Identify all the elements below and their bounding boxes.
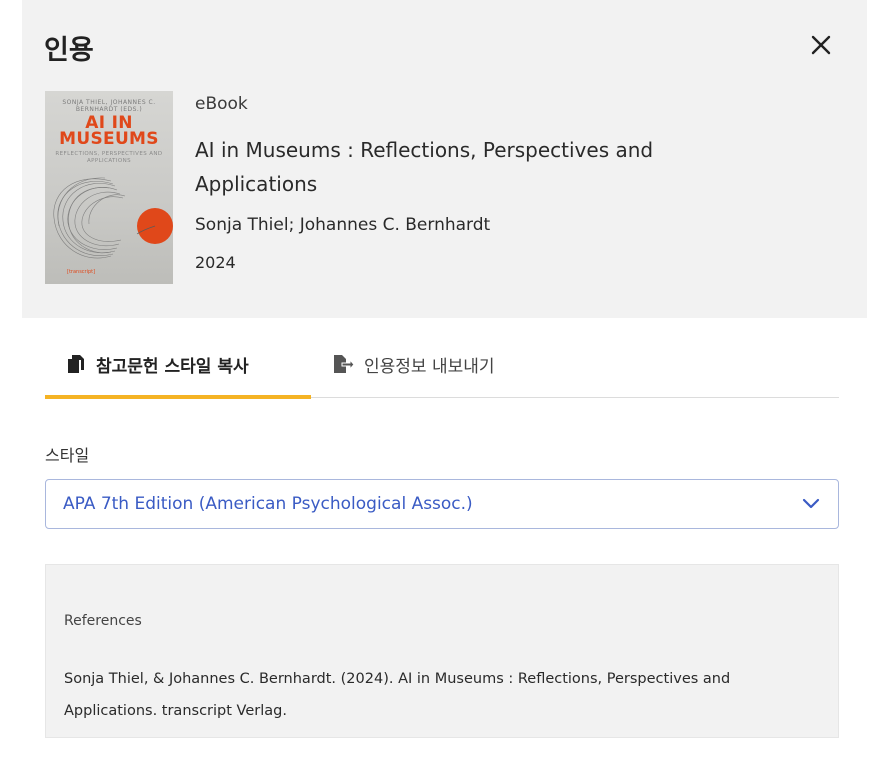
tab-export-label: 인용정보 내보내기 [364,356,495,377]
book-authors: Sonja Thiel; Johannes C. Bernhardt [195,215,491,235]
citation-style-selected-value: APA 7th Edition (American Psychological … [63,494,473,514]
book-cover-image: SONJA THIEL, JOHANNES C. BERNHARDT (EDS.… [45,91,173,284]
chevron-down-icon [802,498,820,509]
close-icon [811,35,831,55]
export-document-icon [334,355,354,373]
copy-document-icon [68,355,84,373]
cover-publisher-text: [transcript] [67,269,96,275]
cover-subtitle-text: REFLECTIONS, PERSPECTIVES AND APPLICATIO… [55,151,163,164]
cover-title-text: AI IN MUSEUMS [59,113,159,149]
cover-artwork [53,177,173,259]
book-title: AI in Museums : Reflections, Perspective… [195,138,654,196]
tab-copy-bibliography-style[interactable]: 참고문헌 스타일 복사 [45,330,311,399]
close-button[interactable] [806,30,836,60]
book-type-label: eBook [195,94,248,114]
citation-preview-box: References Sonja Thiel, & Johannes C. Be… [45,564,839,738]
cover-author-text: SONJA THIEL, JOHANNES C. BERNHARDT (EDS.… [62,99,156,113]
citation-tabs: 참고문헌 스타일 복사 인용정보 내보내기 [45,330,839,399]
tab-copy-label: 참고문헌 스타일 복사 [96,356,249,377]
citation-style-select[interactable]: APA 7th Edition (American Psychological … [45,479,839,529]
dialog-title: 인용 [44,35,94,66]
references-heading: References [64,613,142,629]
citation-text: Sonja Thiel, & Johannes C. Bernhardt. (2… [64,671,731,719]
style-field-label: 스타일 [45,446,90,465]
book-year: 2024 [195,253,236,272]
tab-export-citation[interactable]: 인용정보 내보내기 [332,330,495,398]
